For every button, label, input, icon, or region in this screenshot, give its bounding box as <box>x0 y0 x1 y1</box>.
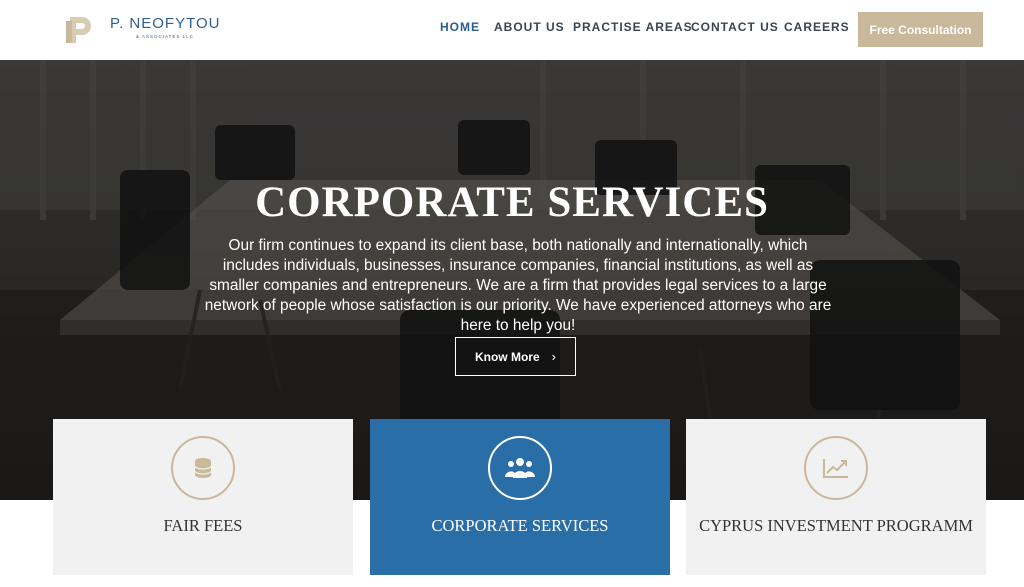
p-monogram-logo-icon <box>66 17 91 43</box>
card-fair-fees[interactable]: FAIR FEES <box>53 419 353 575</box>
know-more-button[interactable]: Know More › <box>455 337 576 376</box>
nav-practise-areas[interactable]: PRACTISE AREAS <box>573 20 693 36</box>
nav-careers[interactable]: CAREERS <box>784 20 850 36</box>
know-more-label: Know More <box>474 349 540 364</box>
hero-description: Our firm continues to expand its client … <box>204 237 832 334</box>
card-label: FAIR FEES <box>163 516 243 535</box>
card-corporate-services[interactable]: CORPORATE SERVICES <box>370 419 670 575</box>
card-cyprus-investment-programm[interactable]: CYPRUS INVESTMENT PROGRAMM <box>686 419 986 575</box>
brand-logo[interactable]: P. NEOFYTOU & ASSOCIATES LLC <box>64 13 224 47</box>
card-label: CORPORATE SERVICES <box>431 516 609 535</box>
hero-title: CORPORATE SERVICES <box>255 179 769 226</box>
nav-home[interactable]: HOME <box>440 20 480 36</box>
line-chart-icon <box>804 436 868 500</box>
card-label: CYPRUS INVESTMENT PROGRAMM <box>699 516 973 535</box>
brand-name: P. NEOFYTOU <box>110 15 221 32</box>
brand-subtitle: & ASSOCIATES LLC <box>136 34 194 39</box>
free-consultation-button[interactable]: Free Consultation <box>858 12 983 47</box>
nav-about-us[interactable]: ABOUT US <box>494 20 565 36</box>
coins-stack-icon <box>171 436 235 500</box>
site-header: P. NEOFYTOU & ASSOCIATES LLC HOME ABOUT … <box>0 0 1024 60</box>
chevron-right-icon: › <box>551 349 556 364</box>
people-group-icon <box>488 436 552 500</box>
nav-contact-us[interactable]: CONTACT US <box>691 20 779 36</box>
